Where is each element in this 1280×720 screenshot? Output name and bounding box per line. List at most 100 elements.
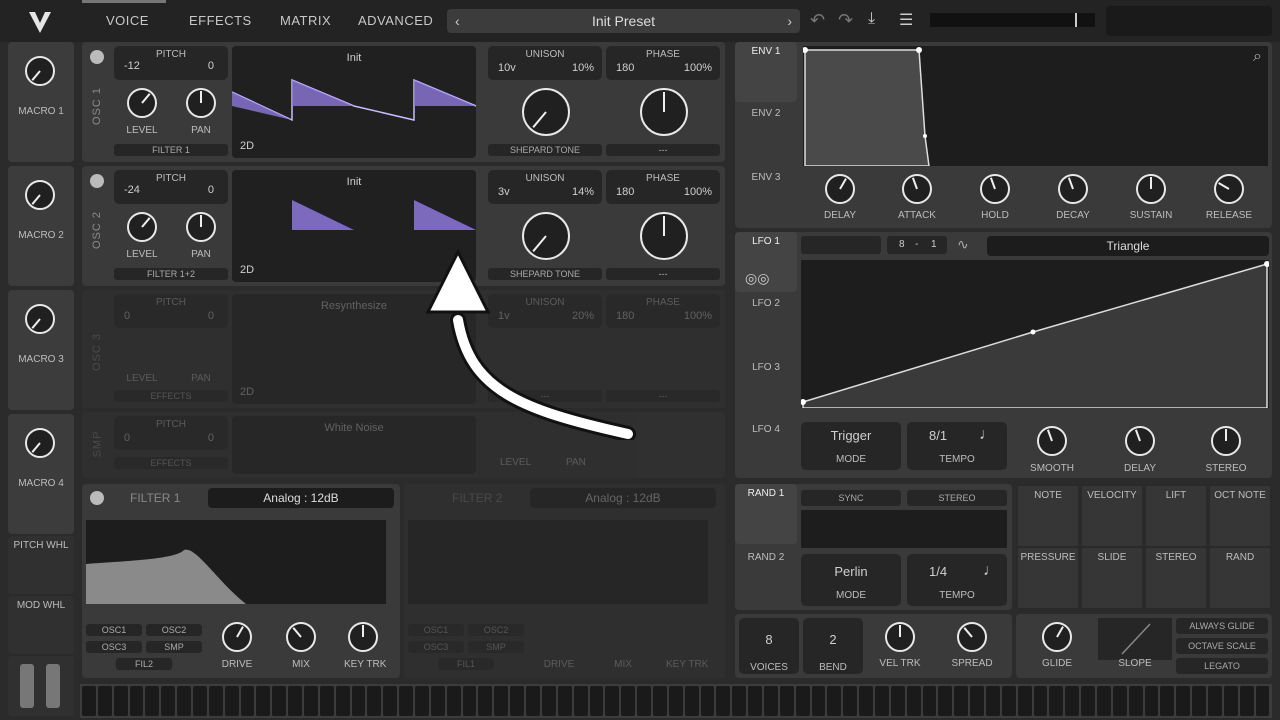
- piano-key[interactable]: [763, 686, 778, 716]
- filter-1-route-osc2[interactable]: OSC2: [146, 624, 202, 636]
- osc-1-pan-knob[interactable]: [186, 88, 216, 118]
- filter-2-route-fil1[interactable]: FIL1: [438, 658, 494, 670]
- osc-1-phase-mode[interactable]: ---: [606, 144, 720, 156]
- rand-sync-button[interactable]: SYNC: [801, 490, 901, 506]
- rand-mode[interactable]: Perlin MODE: [801, 554, 901, 606]
- lfo-shape-selector[interactable]: Triangle: [987, 236, 1269, 256]
- piano-key[interactable]: [716, 686, 731, 716]
- piano-key[interactable]: [985, 686, 1000, 716]
- piano-key[interactable]: [1033, 686, 1048, 716]
- filter-2-route-osc1[interactable]: OSC1: [408, 624, 464, 636]
- unison-detune[interactable]: 10%: [572, 62, 594, 74]
- piano-key[interactable]: [843, 686, 858, 716]
- tab-lfo-2[interactable]: LFO 2: [735, 298, 797, 309]
- pitch-wheel[interactable]: PITCH WHL: [8, 536, 74, 594]
- volume-meter[interactable]: [930, 13, 1095, 27]
- pitch-transpose[interactable]: 0: [124, 310, 130, 322]
- mod-stereo[interactable]: STEREO: [1146, 548, 1206, 608]
- piano-key[interactable]: [1239, 686, 1254, 716]
- piano-key[interactable]: [240, 686, 255, 716]
- mod-note[interactable]: NOTE: [1018, 486, 1078, 546]
- wavetable-dimension[interactable]: 2D: [240, 264, 254, 276]
- tab-lfo-4[interactable]: LFO 4: [735, 424, 797, 435]
- unison-voices[interactable]: 3v: [498, 186, 510, 198]
- piano-key[interactable]: [541, 686, 556, 716]
- piano-key[interactable]: [573, 686, 588, 716]
- tab-matrix[interactable]: MATRIX: [280, 13, 331, 28]
- lfo-graph[interactable]: [800, 260, 1270, 409]
- macro-4-knob[interactable]: [25, 428, 55, 458]
- piano-key[interactable]: [557, 686, 572, 716]
- filter-1-route-osc3[interactable]: OSC3: [86, 641, 142, 653]
- piano-key[interactable]: [526, 686, 540, 716]
- mod-pressure[interactable]: PRESSURE: [1018, 548, 1078, 608]
- bend-control[interactable]: 2 BEND: [803, 618, 863, 674]
- piano-key[interactable]: [652, 686, 667, 716]
- filter-1-response[interactable]: [86, 520, 386, 604]
- filter-2-route-smp[interactable]: SMP: [468, 641, 524, 653]
- sample-destination[interactable]: EFFECTS: [114, 457, 228, 469]
- piano-key[interactable]: [637, 686, 651, 716]
- macro-1[interactable]: MACRO 1: [8, 42, 74, 162]
- phase-random[interactable]: 100%: [684, 186, 712, 198]
- osc-2-phase[interactable]: PHASE 180 100%: [606, 170, 720, 204]
- tab-advanced[interactable]: ADVANCED: [358, 13, 433, 28]
- piano-key[interactable]: [1128, 686, 1143, 716]
- piano-key[interactable]: [748, 686, 762, 716]
- rand-note-icon[interactable]: ♩: [983, 562, 999, 580]
- piano-key[interactable]: [779, 686, 794, 716]
- piano-key[interactable]: [256, 686, 271, 716]
- legato-toggle[interactable]: LEGATO: [1176, 658, 1268, 674]
- next-preset-icon[interactable]: ›: [787, 13, 792, 29]
- wavetable-dimension[interactable]: 2D: [240, 386, 254, 398]
- osc-1-wavetable[interactable]: Init 2D: [232, 46, 476, 158]
- env-release-knob[interactable]: [1214, 174, 1244, 204]
- piano-key[interactable]: [224, 686, 239, 716]
- piano-key[interactable]: [906, 686, 921, 716]
- piano-key[interactable]: [605, 686, 620, 716]
- piano-key[interactable]: [319, 686, 334, 716]
- piano-key[interactable]: [415, 686, 429, 716]
- mod-velocity[interactable]: VELOCITY: [1082, 486, 1142, 546]
- wavetable-dimension[interactable]: 2D: [240, 140, 254, 152]
- macro-1-knob[interactable]: [25, 56, 55, 86]
- filter-2-route-osc2[interactable]: OSC2: [468, 624, 524, 636]
- piano-key[interactable]: [351, 686, 366, 716]
- lfo-link-icon[interactable]: ◎◎: [745, 270, 769, 287]
- save-icon[interactable]: ⤓: [868, 10, 875, 28]
- piano-key[interactable]: [922, 686, 937, 716]
- piano-key[interactable]: [954, 686, 969, 716]
- piano-key[interactable]: [430, 686, 445, 716]
- pitch-tune[interactable]: 0: [208, 60, 214, 72]
- keyboard-octave[interactable]: [8, 656, 74, 716]
- piano-key[interactable]: [510, 686, 525, 716]
- filter-2-response[interactable]: [408, 520, 708, 604]
- piano-key[interactable]: [383, 686, 398, 716]
- piano-key[interactable]: [1112, 686, 1127, 716]
- spread-knob[interactable]: [957, 622, 987, 652]
- phase-value[interactable]: 180: [616, 186, 634, 198]
- piano-key[interactable]: [145, 686, 160, 716]
- osc-2-power[interactable]: [90, 174, 104, 188]
- undo-icon[interactable]: ↶: [810, 10, 825, 31]
- piano-key[interactable]: [462, 686, 477, 716]
- piano-key[interactable]: [732, 686, 747, 716]
- phase-random[interactable]: 100%: [684, 62, 712, 74]
- phase-random[interactable]: 100%: [684, 310, 712, 322]
- piano-key[interactable]: [446, 686, 461, 716]
- filter-1-route-smp[interactable]: SMP: [146, 641, 202, 653]
- osc-3-pitch[interactable]: PITCH 0 0: [114, 294, 228, 328]
- osc-1-phase[interactable]: PHASE 180 100%: [606, 46, 720, 80]
- note-icon[interactable]: ♩: [979, 426, 995, 444]
- macro-2-knob[interactable]: [25, 180, 55, 210]
- piano-key[interactable]: [288, 686, 303, 716]
- filter-1-route-osc1[interactable]: OSC1: [86, 624, 142, 636]
- tab-env-2[interactable]: ENV 2: [735, 108, 797, 119]
- redo-icon[interactable]: ↷: [838, 10, 853, 31]
- macro-3[interactable]: MACRO 3: [8, 290, 74, 410]
- osc-2-level-knob[interactable]: [127, 212, 157, 242]
- osc-1-power[interactable]: [90, 50, 104, 64]
- rand-tempo[interactable]: 1/4 ♩ TEMPO: [907, 554, 1007, 606]
- piano-key[interactable]: [795, 686, 810, 716]
- tab-env-1[interactable]: ENV 1: [735, 42, 797, 102]
